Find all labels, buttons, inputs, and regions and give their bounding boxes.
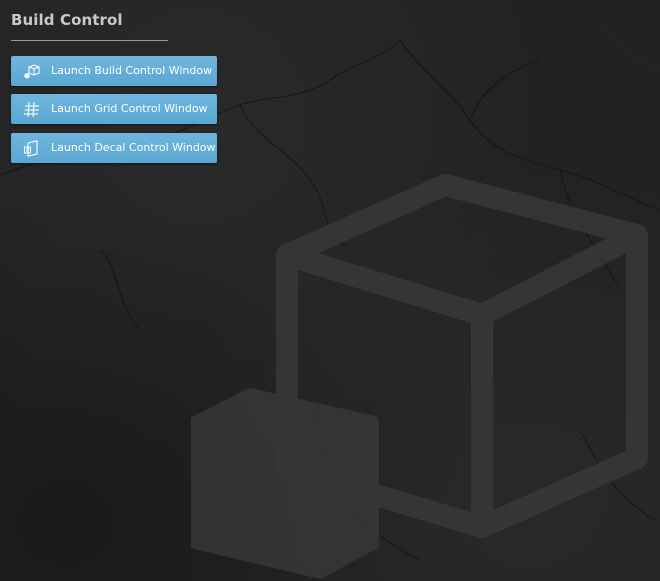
decal-icon [24,140,38,157]
title-divider [11,40,168,41]
cube-watermark-icon [191,174,648,579]
launch-build-control-button[interactable]: Launch Build Control Window [11,56,217,86]
launch-build-control-label: Launch Build Control Window [51,64,213,77]
launch-decal-control-label: Launch Decal Control Window [51,141,216,154]
launch-grid-control-button[interactable]: Launch Grid Control Window [11,94,217,124]
build-cube-icon [24,64,40,79]
launch-grid-control-label: Launch Grid Control Window [51,102,208,115]
panel-title: Build Control [11,11,123,29]
small-cube-shape [191,388,379,579]
grid-hash-icon [24,101,39,118]
build-control-panel: Build Control Launch Build Control Windo… [0,0,660,581]
launch-decal-control-button[interactable]: Launch Decal Control Window [11,133,217,163]
